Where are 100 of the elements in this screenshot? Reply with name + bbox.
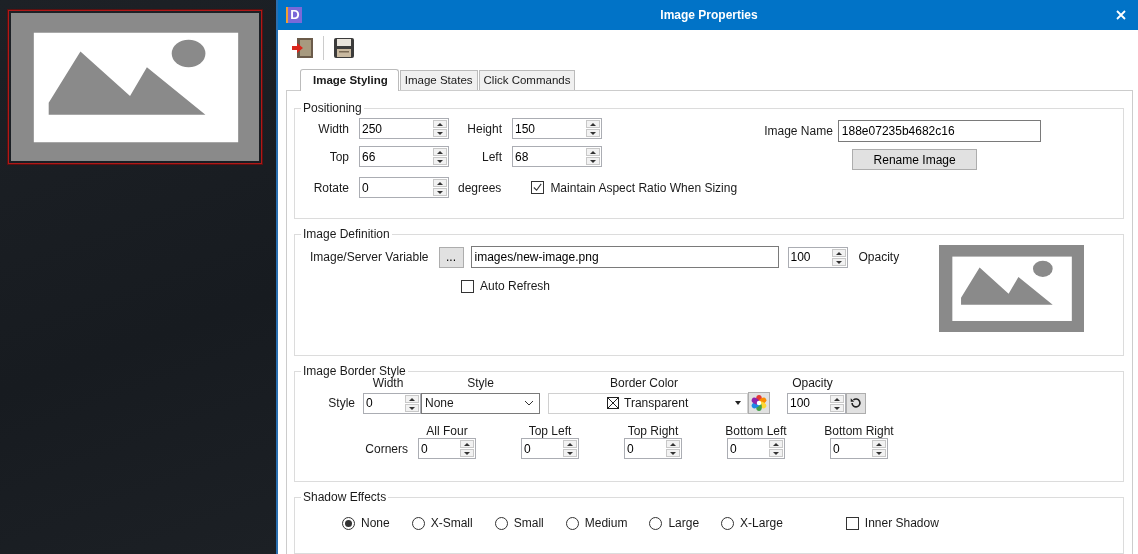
- number-input[interactable]: 150: [513, 119, 585, 138]
- spin-up-button[interactable]: [830, 394, 844, 403]
- radio-button[interactable]: [721, 516, 735, 530]
- number-input[interactable]: 0: [831, 439, 871, 458]
- text-field[interactable]: images/new-image.png: [470, 246, 779, 268]
- rotate-icon: [849, 396, 863, 410]
- row-label: Style: [327, 396, 355, 410]
- tab[interactable]: Image Styling: [300, 69, 399, 91]
- row-label: Corners: [364, 441, 408, 456]
- group-title: Positioning: [302, 101, 363, 115]
- radio-button[interactable]: [494, 516, 508, 530]
- unit-label: degrees: [458, 180, 502, 195]
- spin-up-button[interactable]: [769, 440, 783, 448]
- group-title: Image Definition: [302, 227, 391, 241]
- field-label: Top: [328, 149, 349, 164]
- number-input[interactable]: 0: [364, 393, 404, 413]
- spin-box[interactable]: 0: [830, 438, 888, 459]
- spin-down-button[interactable]: [586, 129, 600, 137]
- spin-box[interactable]: 0: [521, 438, 579, 459]
- checkbox[interactable]: [845, 516, 859, 530]
- spin-box[interactable]: 0: [418, 438, 476, 459]
- number-input[interactable]: 68: [513, 147, 585, 166]
- radio-button[interactable]: [565, 516, 579, 530]
- window-title: Image Properties: [659, 8, 759, 22]
- number-input[interactable]: 0: [625, 439, 665, 458]
- spin-up-button[interactable]: [831, 248, 846, 257]
- number-input[interactable]: 250: [360, 119, 432, 138]
- spin-up-button[interactable]: [405, 394, 419, 403]
- close-icon[interactable]: [1116, 10, 1126, 20]
- rename-button[interactable]: Rename Image: [852, 149, 978, 170]
- field-label: Image/Server Variable: [310, 250, 429, 264]
- color-dropdown[interactable]: Transparent: [548, 392, 748, 414]
- spin-up-button[interactable]: [563, 440, 577, 448]
- spin-up-button[interactable]: [872, 440, 886, 448]
- column-label: Opacity: [791, 376, 834, 390]
- field-label: Height: [466, 121, 502, 136]
- browse-button[interactable]: ...: [438, 246, 464, 268]
- column-label: Width: [371, 376, 404, 390]
- spin-box[interactable]: 100: [787, 246, 848, 268]
- exit-door-icon[interactable]: [291, 36, 315, 60]
- tab[interactable]: Image States: [399, 70, 478, 90]
- spin-box[interactable]: 68: [512, 146, 602, 167]
- spin-up-button[interactable]: [433, 120, 447, 128]
- number-input[interactable]: 0: [728, 439, 768, 458]
- chevron-down-icon: [524, 400, 534, 406]
- spin-down-button[interactable]: [872, 449, 886, 457]
- spin-down-button[interactable]: [831, 257, 846, 266]
- spin-down-button[interactable]: [460, 449, 474, 457]
- checkbox[interactable]: [531, 181, 545, 194]
- number-input[interactable]: 66: [360, 147, 432, 166]
- radio-button[interactable]: [411, 516, 425, 530]
- radio-label: Large: [668, 516, 700, 530]
- checkbox[interactable]: [461, 279, 474, 293]
- spin-down-button[interactable]: [433, 157, 447, 165]
- spin-up-button[interactable]: [586, 148, 600, 156]
- number-input[interactable]: 0: [360, 178, 432, 197]
- number-input[interactable]: 100: [788, 393, 829, 413]
- color-wheel-icon: [750, 394, 768, 412]
- spin-up-button[interactable]: [460, 440, 474, 448]
- number-input[interactable]: 0: [522, 439, 562, 458]
- spin-down-button[interactable]: [405, 403, 419, 412]
- group-title: Image Border Style: [302, 364, 407, 378]
- spin-box[interactable]: 66: [359, 146, 449, 167]
- spin-up-button[interactable]: [586, 120, 600, 128]
- spin-up-button[interactable]: [666, 440, 680, 448]
- radio-label: None: [361, 516, 390, 530]
- field-label: Rotate: [312, 180, 349, 195]
- number-input[interactable]: 100: [788, 247, 831, 267]
- save-icon[interactable]: [332, 36, 356, 60]
- spin-down-button[interactable]: [769, 449, 783, 457]
- radio-button[interactable]: [649, 516, 663, 530]
- color-picker-button[interactable]: [748, 392, 770, 414]
- app-logo: D: [286, 7, 302, 23]
- spin-box[interactable]: 150: [512, 118, 602, 139]
- spin-box[interactable]: 0: [727, 438, 785, 459]
- spin-box[interactable]: 0: [624, 438, 682, 459]
- column-label: Bottom Right: [824, 424, 894, 438]
- spin-box[interactable]: 0: [359, 177, 449, 198]
- column-label: Top Right: [627, 424, 679, 438]
- spin-down-button[interactable]: [433, 129, 447, 137]
- radio-button[interactable]: [342, 516, 355, 530]
- style-dropdown[interactable]: None: [421, 392, 540, 414]
- spin-down-button[interactable]: [433, 188, 447, 196]
- tab[interactable]: Click Commands: [478, 70, 576, 90]
- spin-up-button[interactable]: [433, 179, 447, 187]
- spin-down-button[interactable]: [666, 449, 680, 457]
- field-label: Width: [317, 121, 349, 136]
- spin-down-button[interactable]: [586, 157, 600, 165]
- checkbox-label: Inner Shadow: [864, 516, 939, 530]
- spin-down-button[interactable]: [563, 449, 577, 457]
- radio-label: X-Large: [740, 516, 783, 530]
- spin-box[interactable]: 0: [363, 392, 421, 414]
- spin-box[interactable]: 250: [359, 118, 449, 139]
- spin-up-button[interactable]: [433, 148, 447, 156]
- text-field[interactable]: 188e07235b4682c16: [837, 120, 1041, 142]
- spin-box[interactable]: 100: [787, 392, 846, 414]
- number-input[interactable]: 0: [419, 439, 459, 458]
- spin-down-button[interactable]: [830, 403, 844, 412]
- image-placeholder[interactable]: [8, 10, 262, 164]
- reset-button[interactable]: [846, 392, 866, 414]
